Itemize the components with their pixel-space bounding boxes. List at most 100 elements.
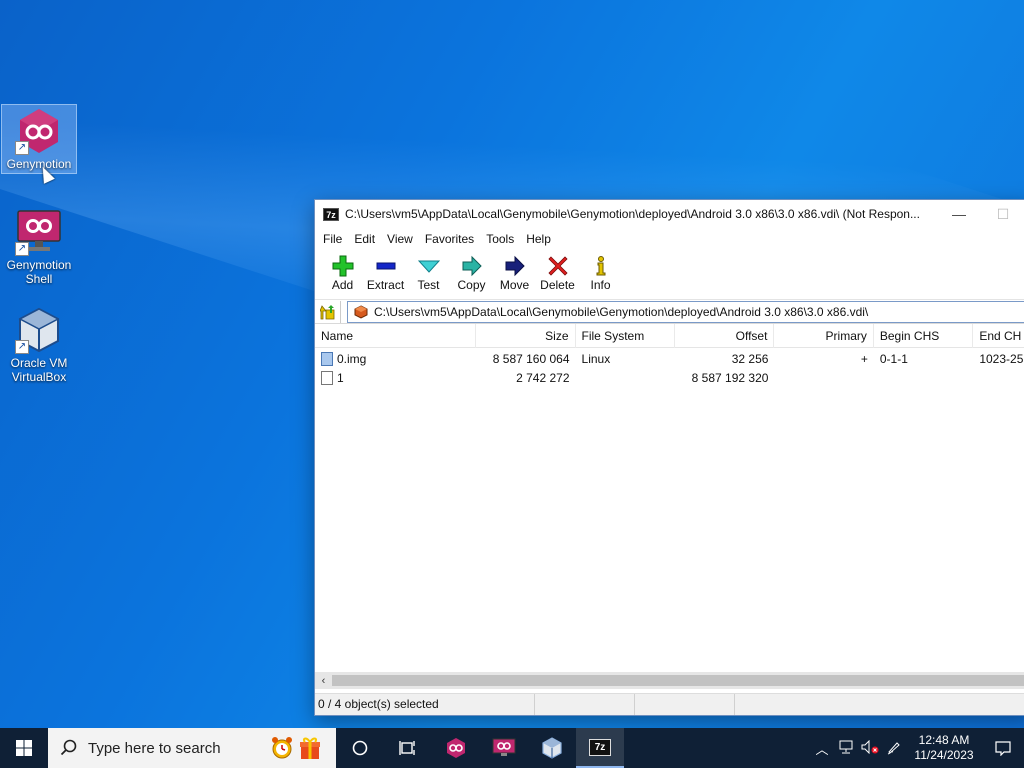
minimize-button[interactable]: — [937, 200, 981, 228]
extract-button[interactable]: Extract [364, 254, 407, 292]
action-center-button[interactable] [982, 740, 1024, 756]
start-button[interactable] [0, 728, 48, 768]
file-size: 2 742 272 [516, 371, 570, 385]
notification-icon [995, 741, 1011, 756]
seven-zip-icon: 7z [589, 738, 611, 756]
column-header-begin-chs[interactable]: Begin CHS [874, 323, 974, 348]
taskbar-virtualbox[interactable] [528, 728, 576, 768]
minus-icon [364, 254, 407, 278]
delete-button[interactable]: Delete [536, 254, 579, 292]
address-text: C:\Users\vm5\AppData\Local\Genymobile\Ge… [374, 304, 869, 319]
table-row[interactable]: 0.img 8 587 160 064 Linux 32 256 + 0-1-1… [315, 350, 1024, 369]
column-header-name[interactable]: Name [315, 323, 477, 348]
info-button[interactable]: Info [579, 254, 622, 292]
desktop-icon-label: Genymotion Shell [6, 258, 72, 286]
scroll-left-icon[interactable]: ‹ [315, 675, 332, 687]
file-begin-chs [874, 369, 973, 388]
extract-label: Extract [366, 278, 405, 292]
address-field[interactable]: C:\Users\vm5\AppData\Local\Genymobile\Ge… [347, 300, 1024, 323]
add-label: Add [331, 278, 354, 292]
file-begin-chs: 0-1-1 [879, 352, 908, 366]
status-cell-3 [635, 694, 735, 715]
delete-label: Delete [540, 278, 575, 292]
task-view-button[interactable] [384, 728, 432, 768]
copy-label: Copy [457, 278, 486, 292]
taskbar-search-box[interactable]: Type here to search [48, 728, 336, 768]
gift-icon [300, 737, 320, 759]
taskbar-genymotion[interactable] [432, 728, 480, 768]
file-primary [774, 369, 873, 388]
title-bar[interactable]: 7z C:\Users\vm5\AppData\Local\Genymobile… [315, 200, 1024, 228]
clock-time: 12:48 AM [918, 733, 970, 747]
pen-workspace-icon[interactable] [882, 739, 906, 758]
file-list: 0.img 8 587 160 064 Linux 32 256 + 0-1-1… [315, 348, 1024, 388]
column-header-end-chs[interactable]: End CH [973, 324, 1024, 348]
move-button[interactable]: Move [493, 254, 536, 292]
desktop-icon-virtualbox[interactable]: ↗ Oracle VM VirtualBox [2, 304, 76, 384]
test-button[interactable]: Test [407, 254, 450, 292]
archive-cube-icon [354, 304, 368, 319]
clock[interactable]: 12:48 AM 11/24/2023 [906, 733, 982, 763]
seven-zip-window[interactable]: 7z C:\Users\vm5\AppData\Local\Genymobile… [314, 199, 1024, 716]
taskbar: Type here to search 7z ︿ 12:48 AM 11/24/… [0, 728, 1024, 768]
menu-favorites[interactable]: Favorites [419, 232, 480, 246]
file-size: 8 587 160 064 [492, 352, 570, 366]
genymotion-shell-icon [492, 738, 516, 756]
volume-muted-icon[interactable] [858, 739, 882, 757]
info-label: Info [590, 278, 611, 292]
windows-logo-icon [16, 740, 32, 756]
show-hidden-icons-button[interactable]: ︿ [810, 739, 834, 758]
taskbar-seven-zip[interactable]: 7z [576, 728, 624, 768]
status-cell-2 [535, 694, 635, 715]
window-title: C:\Users\vm5\AppData\Local\Genymobile\Ge… [345, 207, 920, 221]
add-button[interactable]: Add [321, 254, 364, 292]
scrollbar-thumb[interactable] [332, 675, 1024, 686]
file-offset: 32 256 [731, 352, 769, 366]
table-row[interactable]: 1 2 742 272 8 587 192 320 [315, 369, 1024, 388]
column-header-primary[interactable]: Primary [774, 323, 874, 348]
genymotion-icon: ↗ [15, 107, 63, 155]
up-folder-button[interactable] [315, 300, 341, 323]
plus-icon [321, 254, 364, 278]
desktop-icon-genymotion[interactable]: ↗ Genymotion [1, 104, 77, 174]
menu-tools[interactable]: Tools [480, 232, 520, 246]
menu-edit[interactable]: Edit [348, 232, 381, 246]
search-highlights[interactable] [270, 735, 322, 761]
copy-arrow-icon [450, 254, 493, 278]
file-offset: 8 587 192 320 [691, 371, 769, 385]
check-icon [407, 254, 450, 278]
search-icon [60, 739, 77, 756]
shortcut-arrow-icon: ↗ [15, 340, 29, 354]
menu-file[interactable]: File [317, 232, 348, 246]
file-primary: + [860, 352, 868, 366]
taskbar-genymotion-shell[interactable] [480, 728, 528, 768]
column-header-file-system[interactable]: File System [576, 323, 675, 348]
desktop-icon-genymotion-shell[interactable]: ↗ Genymotion Shell [2, 206, 76, 286]
menu-bar: File Edit View Favorites Tools Help [315, 228, 1024, 250]
virtualbox-icon: ↗ [15, 306, 63, 354]
cortana-button[interactable] [336, 728, 384, 768]
status-selection: 0 / 4 object(s) selected [315, 694, 535, 715]
virtualbox-icon [542, 737, 562, 759]
shortcut-arrow-icon: ↗ [15, 141, 29, 155]
system-tray: ︿ 12:48 AM 11/24/2023 [810, 728, 1024, 768]
horizontal-scrollbar[interactable]: ‹ [315, 672, 1024, 689]
menu-view[interactable]: View [381, 232, 419, 246]
x-icon [536, 254, 579, 278]
blank-file-icon [321, 371, 333, 385]
seven-zip-app-icon: 7z [323, 207, 339, 221]
info-icon [579, 254, 622, 278]
maximize-button[interactable]: ☐ [981, 200, 1024, 228]
move-label: Move [499, 278, 530, 292]
file-system [576, 369, 675, 388]
genymotion-shell-icon: ↗ [15, 208, 63, 256]
network-icon[interactable] [834, 740, 858, 757]
menu-help[interactable]: Help [520, 232, 557, 246]
address-bar: C:\Users\vm5\AppData\Local\Genymobile\Ge… [315, 300, 1024, 324]
move-arrow-icon [493, 254, 536, 278]
toolbar: Add Extract Test Copy Move Delete Info [315, 250, 1024, 300]
column-header-offset[interactable]: Offset [675, 323, 775, 348]
clock-date: 11/24/2023 [914, 748, 974, 762]
column-header-size[interactable]: Size [476, 323, 576, 348]
copy-button[interactable]: Copy [450, 254, 493, 292]
